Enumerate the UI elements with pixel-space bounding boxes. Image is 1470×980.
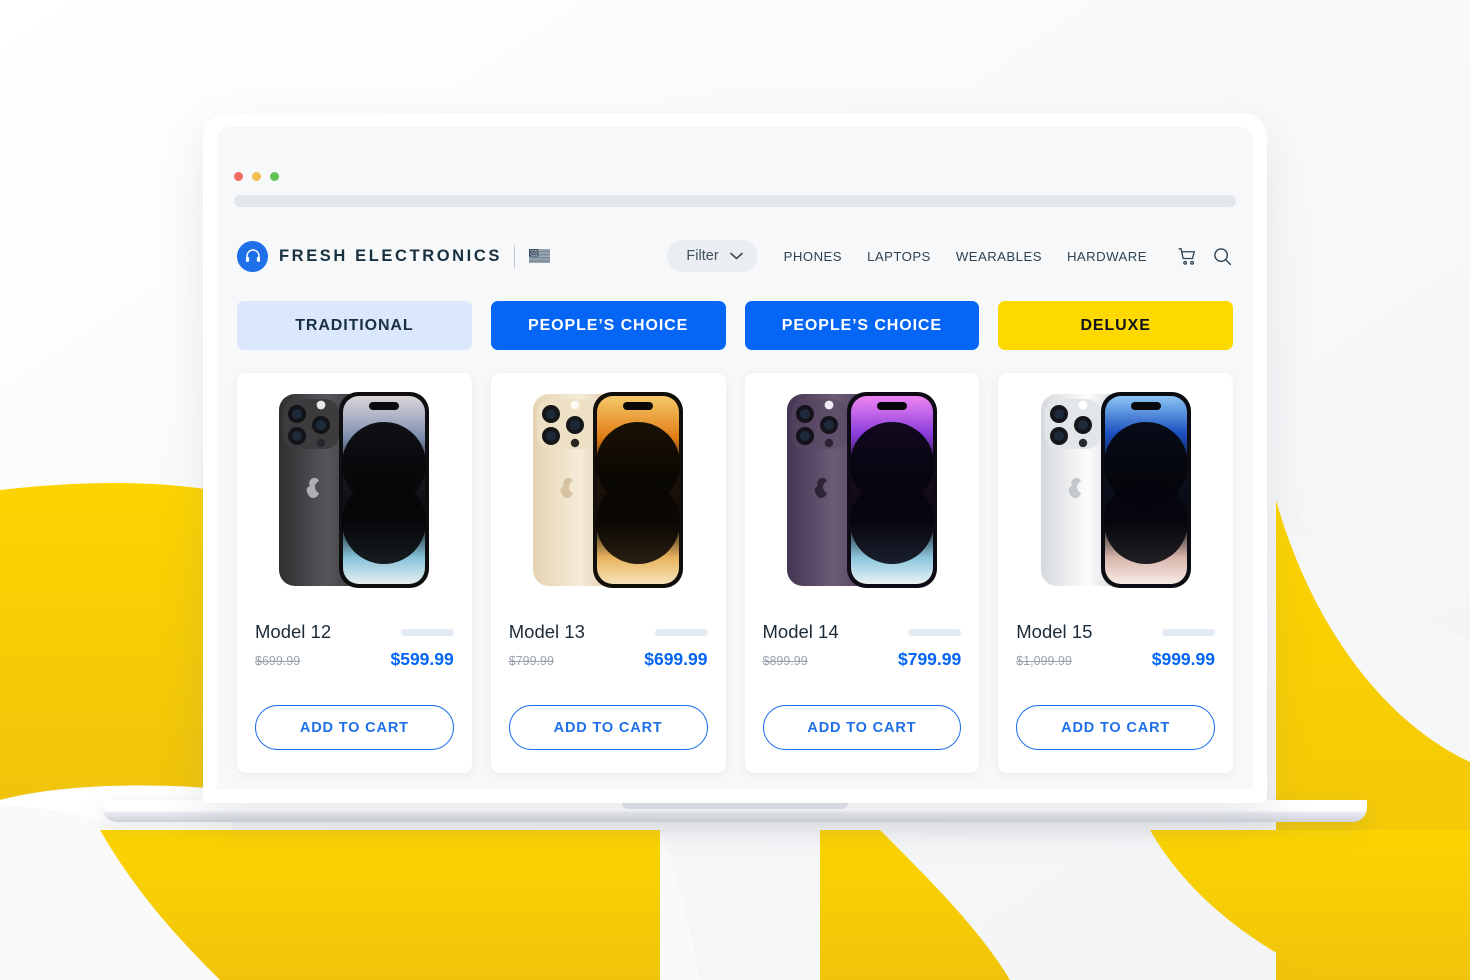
maximize-icon[interactable]: [270, 172, 279, 181]
sale-price: $999.99: [1151, 649, 1215, 669]
headphones-icon: [237, 240, 268, 272]
us-flag-icon[interactable]: [528, 249, 550, 263]
product-card[interactable]: Model 12 $699.99 $599.99 ADD TO CART: [237, 373, 472, 773]
original-price: $899.99: [762, 654, 808, 668]
nav-link-hardware[interactable]: HARDWARE: [1067, 249, 1147, 264]
browser-window: FRESH ELECTRONICS Filter PHONES LAPTOPS …: [217, 127, 1253, 789]
add-to-cart-button[interactable]: ADD TO CART: [762, 705, 962, 750]
product-grid: Model 12 $699.99 $599.99 ADD TO CART Mod…: [237, 373, 1233, 773]
site-header: FRESH ELECTRONICS Filter PHONES LAPTOPS …: [217, 225, 1253, 287]
close-icon[interactable]: [234, 172, 243, 181]
product-image-gold: [509, 390, 708, 612]
title-placeholder-bar: [654, 628, 708, 636]
original-price: $1,099.99: [1016, 654, 1072, 668]
original-price: $799.99: [508, 654, 554, 668]
badge-peoples-choice-1[interactable]: PEOPLE’S CHOICE: [490, 301, 726, 350]
original-price: $699.99: [255, 654, 301, 668]
sale-price: $699.99: [644, 649, 708, 669]
badge-peoples-choice-2[interactable]: PEOPLE’S CHOICE: [744, 301, 980, 350]
laptop-frame: FRESH ELECTRONICS Filter PHONES LAPTOPS …: [203, 113, 1267, 803]
title-placeholder-bar: [400, 628, 454, 636]
brand-name: FRESH ELECTRONICS: [279, 246, 502, 265]
product-image-deep-purple: [763, 390, 962, 612]
header-nav: Filter PHONES LAPTOPS WEARABLES HARDWARE: [667, 240, 1233, 272]
product-image-silver: [1016, 390, 1215, 612]
address-bar[interactable]: [234, 195, 1236, 207]
product-image-space-black: [255, 390, 454, 612]
title-placeholder-bar: [1162, 628, 1215, 636]
primary-nav: PHONES LAPTOPS WEARABLES HARDWARE: [784, 249, 1147, 264]
minimize-icon[interactable]: [252, 172, 261, 181]
sale-price: $799.99: [897, 649, 962, 669]
product-card[interactable]: Model 13 $799.99 $699.99 ADD TO CART: [490, 373, 726, 773]
filter-dropdown[interactable]: Filter: [667, 240, 758, 272]
add-to-cart-button[interactable]: ADD TO CART: [255, 705, 454, 750]
product-card[interactable]: Model 14 $899.99 $799.99 ADD TO CART: [744, 373, 980, 773]
add-to-cart-button[interactable]: ADD TO CART: [508, 705, 708, 750]
badge-traditional[interactable]: TRADITIONAL: [237, 301, 472, 350]
nav-link-laptops[interactable]: LAPTOPS: [867, 249, 931, 264]
chevron-down-icon: [729, 252, 743, 260]
add-to-cart-button[interactable]: ADD TO CART: [1016, 705, 1215, 750]
product-name: Model 15: [1016, 621, 1093, 642]
product-card[interactable]: Model 15 $1,099.99 $999.99 ADD TO CART: [998, 373, 1233, 773]
badge-deluxe[interactable]: DELUXE: [998, 301, 1233, 350]
category-badges: TRADITIONAL PEOPLE’S CHOICE PEOPLE’S CHO…: [237, 301, 1233, 350]
shopping-cart-icon[interactable]: [1177, 246, 1198, 267]
search-icon[interactable]: [1212, 246, 1233, 267]
brand[interactable]: FRESH ELECTRONICS: [237, 240, 502, 272]
filter-label: Filter: [686, 248, 719, 264]
header-actions: [1177, 246, 1233, 267]
product-name: Model 13: [508, 621, 585, 642]
nav-link-wearables[interactable]: WEARABLES: [956, 249, 1042, 264]
sale-price: $599.99: [390, 649, 454, 669]
title-placeholder-bar: [908, 628, 962, 636]
window-controls[interactable]: [234, 172, 279, 181]
header-divider: [513, 244, 515, 268]
nav-link-phones[interactable]: PHONES: [784, 249, 842, 264]
product-name: Model 12: [255, 621, 332, 642]
product-name: Model 14: [762, 621, 839, 642]
